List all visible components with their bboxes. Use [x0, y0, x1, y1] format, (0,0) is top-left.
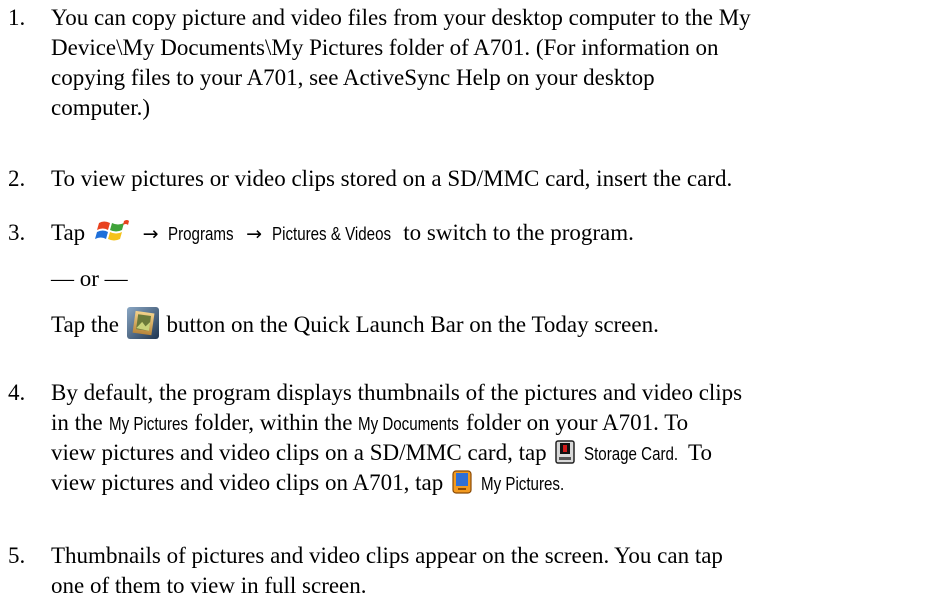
- device-icon: [452, 470, 472, 494]
- my-pictures-label: My Pictures.: [480, 474, 564, 494]
- text-line: To view pictures or video clips stored o…: [51, 166, 733, 191]
- programs-menu-label: Programs: [168, 224, 234, 244]
- text-line: By default, the program displays thumbna…: [51, 380, 743, 405]
- text-line: computer.): [51, 95, 150, 120]
- my-documents-label: My Documents: [358, 414, 459, 434]
- item-number: 3.: [8, 220, 26, 245]
- item-text: Tap → Programs → Pictures & Videos to sw…: [51, 218, 936, 340]
- storage-card-label: Storage Card.: [584, 444, 679, 464]
- switch-program-text: to switch to the program.: [403, 220, 634, 245]
- item-text: Thumbnails of pictures and video clips a…: [51, 541, 936, 601]
- item-text: To view pictures or video clips stored o…: [51, 164, 936, 194]
- pictures-videos-button-icon: [126, 306, 159, 339]
- text-line: You can copy picture and video files fro…: [51, 5, 751, 30]
- item-number: 2.: [8, 166, 26, 191]
- item-text: By default, the program displays thumbna…: [51, 378, 936, 498]
- or-separator: — or —: [51, 266, 128, 291]
- quick-launch-text: button on the Quick Launch Bar on the To…: [166, 312, 659, 337]
- text-line: view pictures and video clips on a SD/MM…: [51, 438, 936, 468]
- text-fragment: folder, within the: [194, 410, 353, 435]
- arrow-right-icon: →: [142, 223, 159, 245]
- text-fragment: folder on your A701. To: [465, 410, 689, 435]
- item-number: 4.: [8, 380, 26, 405]
- text-line: Device\My Documents\My Pictures folder o…: [51, 35, 719, 60]
- document-page: 1. You can copy picture and video files …: [0, 0, 943, 608]
- storage-card-icon: [555, 439, 576, 464]
- windows-start-icon: [94, 217, 131, 247]
- text-line: in the My Pictures folder, within the My…: [51, 408, 936, 438]
- text-line: Thumbnails of pictures and video clips a…: [51, 543, 723, 568]
- item-number: 5.: [8, 543, 26, 568]
- my-pictures-label: My Pictures: [108, 414, 188, 434]
- pictures-videos-label: Pictures & Videos: [271, 224, 391, 244]
- text-fragment: view pictures and video clips on a SD/MM…: [51, 440, 547, 465]
- text-fragment: in the: [51, 410, 103, 435]
- text-line: view pictures and video clips on A701, t…: [51, 468, 936, 498]
- item-number: 1.: [8, 5, 26, 30]
- text-line: Tap the button on the Quick Launch Bar o…: [51, 306, 936, 340]
- text-fragment: To: [688, 440, 712, 465]
- arrow-right-icon: →: [246, 223, 263, 245]
- text-line: Tap → Programs → Pictures & Videos to sw…: [51, 218, 936, 248]
- text-fragment: view pictures and video clips on A701, t…: [51, 470, 444, 495]
- text-line: one of them to view in full screen.: [51, 573, 367, 598]
- text-line: copying files to your A701, see ActiveSy…: [51, 65, 655, 90]
- item-text: You can copy picture and video files fro…: [51, 3, 936, 123]
- tap-the-label: Tap the: [51, 312, 120, 337]
- tap-label: Tap: [51, 220, 86, 245]
